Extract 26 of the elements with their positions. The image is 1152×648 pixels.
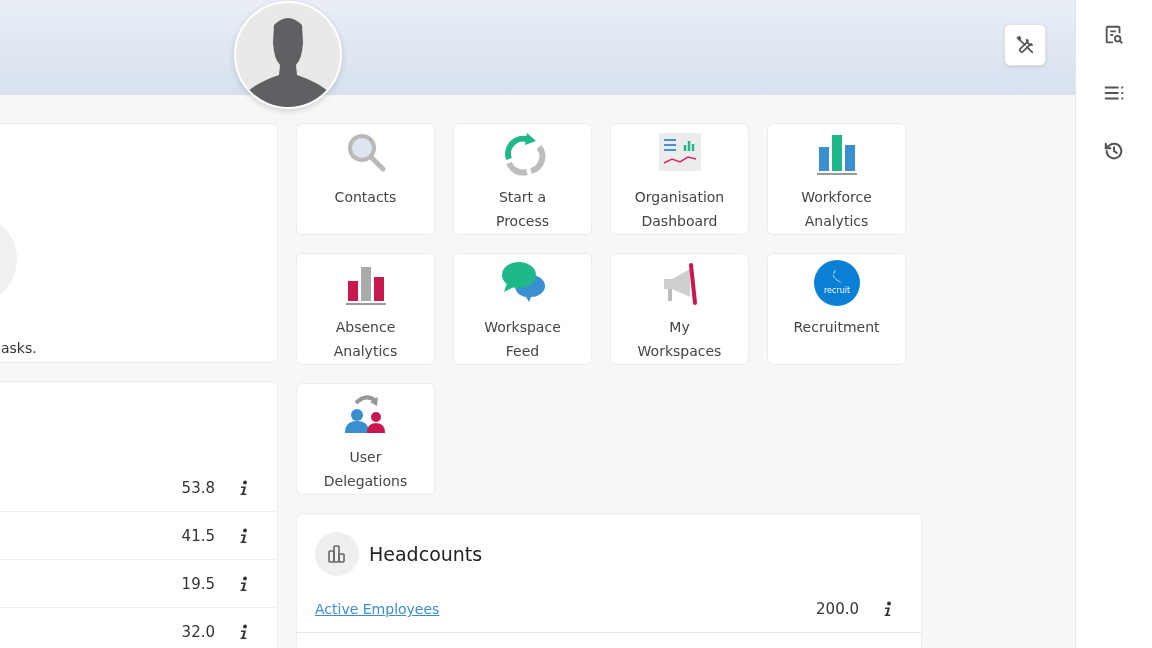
app-tile[interactable]: Workforce Analytics [767, 123, 906, 235]
app-tile[interactable]: Absence Analytics [296, 253, 435, 365]
info-icon[interactable] [883, 601, 893, 617]
card-title: Headcounts [369, 543, 483, 565]
app-tile[interactable]: Organisation Dashboard [610, 123, 749, 235]
recruit-logo: recruit [812, 259, 861, 307]
tools-icon [1014, 34, 1036, 56]
tools-button[interactable] [1004, 24, 1046, 66]
metric-value: 41.5 [181, 526, 215, 545]
tasks-message: asks. [0, 340, 38, 356]
info-icon[interactable] [239, 527, 249, 544]
headcount-link[interactable]: Active Employees [315, 601, 793, 617]
app-tile[interactable]: Contacts [296, 123, 435, 235]
info-icon[interactable] [239, 479, 249, 496]
app-tile[interactable]: My Workspaces [610, 253, 749, 365]
info-icon[interactable] [239, 575, 249, 592]
info-icon[interactable] [239, 623, 249, 640]
metric-value: 53.8 [181, 478, 215, 497]
app-tile[interactable]: User Delegations [296, 383, 435, 495]
headcount-value: 200.0 [816, 600, 859, 618]
app-tile[interactable]: Start a Process [453, 123, 592, 235]
chart-icon [315, 532, 359, 576]
metric-value: 32.0 [181, 622, 215, 641]
metric-value: 19.5 [181, 574, 215, 593]
app-tile[interactable]: recruit Recruitment [767, 253, 906, 365]
app-tile[interactable]: Workspace Feed [453, 253, 592, 365]
